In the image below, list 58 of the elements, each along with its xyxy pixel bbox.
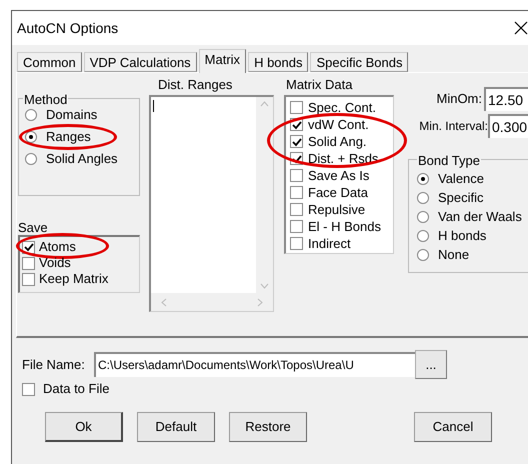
close-icon[interactable] bbox=[514, 21, 528, 35]
option-label: Specific bbox=[438, 188, 484, 207]
option-label: Repulsive bbox=[308, 200, 366, 219]
option-label: Spec. Cont. bbox=[308, 98, 376, 117]
option-label: Keep Matrix bbox=[39, 270, 108, 288]
checkbox[interactable] bbox=[290, 186, 303, 199]
window-title: AutoCN Options bbox=[17, 18, 118, 38]
min-om-field[interactable]: 12.50 bbox=[484, 87, 528, 111]
radio-button[interactable] bbox=[417, 172, 429, 184]
checkbox[interactable] bbox=[22, 240, 35, 254]
dialog-button[interactable]: Cancel bbox=[414, 412, 492, 442]
option-label: El - H Bonds bbox=[308, 218, 381, 236]
checkbox[interactable] bbox=[290, 203, 303, 216]
option-label: Save As Is bbox=[308, 166, 370, 185]
list-label: Matrix Data bbox=[285, 77, 354, 93]
option-label: Voids bbox=[39, 254, 71, 272]
option-label: Indirect bbox=[308, 234, 351, 253]
option-label: H bonds bbox=[438, 226, 486, 245]
checkbox[interactable] bbox=[290, 220, 303, 233]
dialog-button[interactable]: Restore bbox=[229, 412, 307, 442]
option-label: Data to File bbox=[43, 380, 110, 398]
tab[interactable]: H bonds bbox=[248, 52, 308, 72]
field-label: File Name: bbox=[22, 356, 86, 374]
radio-button[interactable] bbox=[417, 210, 429, 222]
option-label: Solid Angles bbox=[46, 150, 118, 168]
min-interval-field[interactable]: 0.300 bbox=[488, 114, 528, 138]
tab[interactable]: Specific Bonds bbox=[310, 52, 408, 72]
list-label: Dist. Ranges bbox=[157, 77, 234, 93]
checkbox[interactable] bbox=[290, 169, 303, 182]
file-name-field[interactable]: C:\Users\adamr\Documents\Work\Topos\Urea\U bbox=[94, 352, 415, 377]
browse-button[interactable]: ... bbox=[415, 350, 447, 379]
group-title: Save bbox=[18, 220, 49, 235]
checkbox[interactable] bbox=[22, 382, 35, 396]
option-label: Van der Waals bbox=[438, 208, 522, 226]
option-label: Solid Ang. bbox=[308, 132, 367, 151]
radio-button[interactable] bbox=[417, 248, 429, 260]
tab[interactable]: VDP Calculations bbox=[84, 52, 197, 72]
option-label: Valence bbox=[438, 170, 484, 188]
dialog-button[interactable]: Ok bbox=[45, 412, 123, 442]
option-label: Atoms bbox=[39, 238, 76, 256]
option-label: Face Data bbox=[308, 184, 368, 202]
tab[interactable]: Matrix bbox=[198, 49, 246, 73]
dialog-button[interactable]: Default bbox=[137, 412, 215, 442]
option-label: None bbox=[438, 246, 470, 264]
radio-button[interactable] bbox=[25, 130, 37, 142]
field-label: MinOm: bbox=[436, 90, 482, 108]
checkbox[interactable] bbox=[290, 101, 303, 114]
radio-button[interactable] bbox=[25, 152, 37, 164]
checkbox[interactable] bbox=[290, 237, 303, 250]
checkbox[interactable] bbox=[290, 135, 303, 148]
tab[interactable]: Common bbox=[17, 52, 82, 72]
radio-button[interactable] bbox=[417, 230, 429, 242]
field-label: Min. Interval: bbox=[419, 118, 488, 135]
checkbox[interactable] bbox=[22, 256, 35, 270]
option-label: vdW Cont. bbox=[308, 116, 369, 134]
checkbox[interactable] bbox=[22, 272, 35, 286]
radio-button[interactable] bbox=[417, 192, 429, 204]
option-label: Ranges bbox=[46, 128, 91, 146]
